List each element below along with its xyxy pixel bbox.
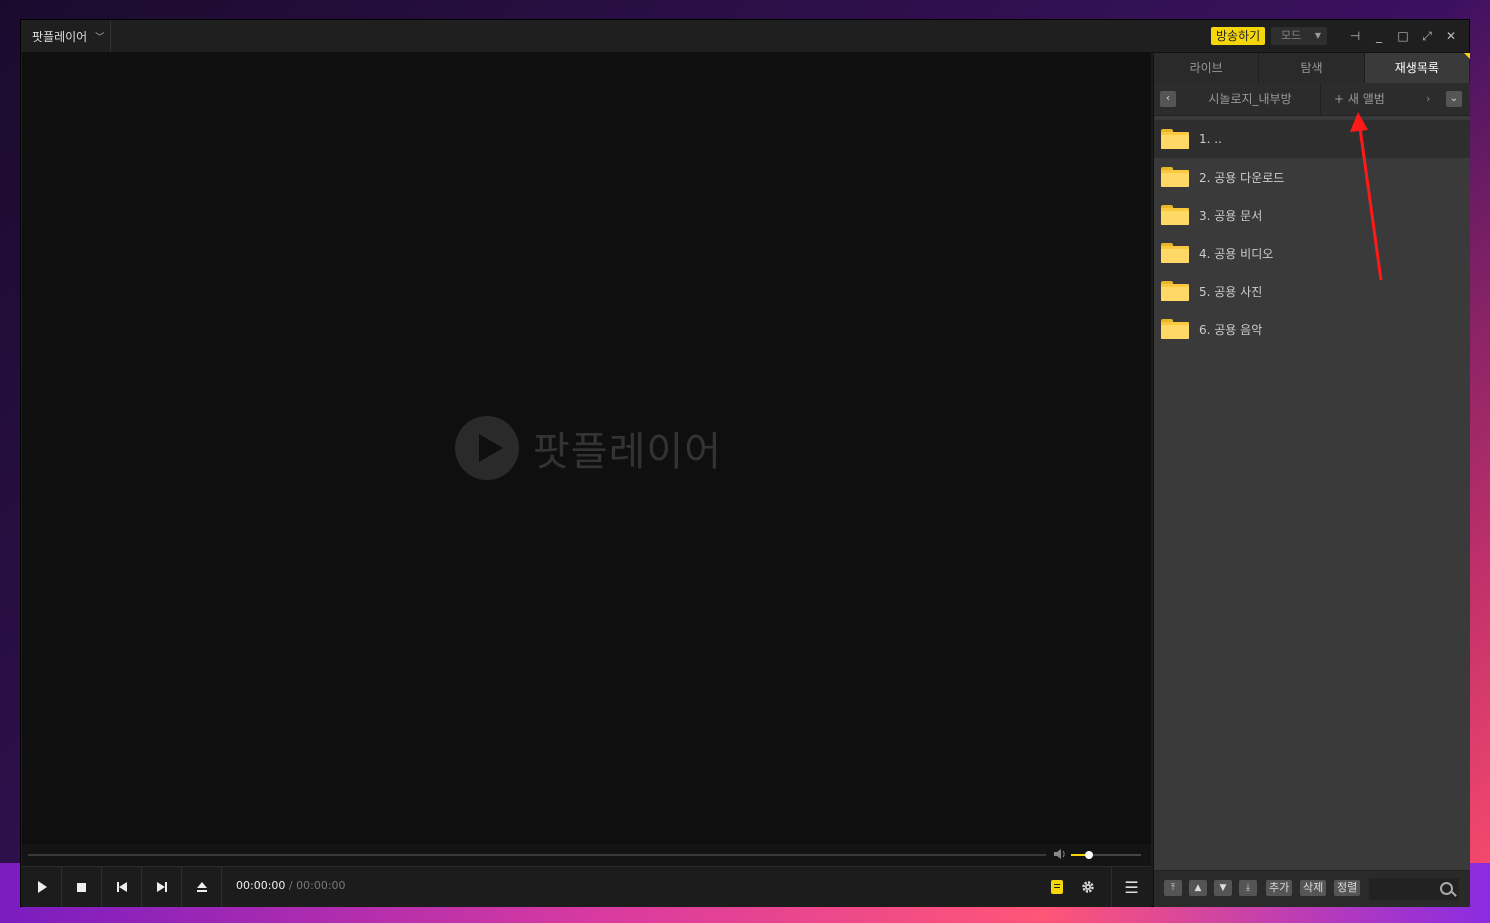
fullscreen-button[interactable]: ⤢ (1419, 28, 1435, 44)
previous-icon (116, 882, 127, 892)
control-bar: 00:00:00 / 00:00:00 ☰ (22, 866, 1151, 907)
list-item[interactable]: 2. 공용 다운로드 (1154, 158, 1470, 196)
list-item-label: 6. 공용 음악 (1199, 322, 1263, 337)
search-icon[interactable] (1440, 882, 1453, 895)
move-top-button[interactable]: ⤒ (1164, 880, 1182, 896)
list-item[interactable]: 1. .. (1154, 120, 1470, 158)
subtitle-button[interactable] (1047, 877, 1067, 897)
search-input[interactable] (1369, 878, 1459, 900)
list-item-label: 5. 공용 사진 (1199, 284, 1263, 299)
add-button[interactable]: 추가 (1266, 880, 1293, 896)
pin-icon[interactable]: ⊣ (1347, 28, 1363, 44)
prev-album-button[interactable]: ‹ (1160, 91, 1176, 107)
list-item[interactable]: 5. 공용 사진 (1154, 272, 1470, 310)
list-item-label: 4. 공용 비디오 (1199, 246, 1274, 261)
current-time: 00:00:00 (236, 879, 286, 892)
list-item[interactable]: 3. 공용 문서 (1154, 196, 1470, 234)
broadcast-button[interactable]: 방송하기 (1211, 27, 1266, 45)
close-button[interactable]: ✕ (1443, 28, 1459, 44)
move-down-button[interactable]: ▼ (1214, 880, 1232, 896)
subtitle-icon (1051, 880, 1063, 894)
settings-gear-icon (1082, 881, 1094, 893)
title-bar: 팟플레이어 ﹀ 방송하기 모드 ▼ ⊣ _ □ ⤢ ✕ (21, 20, 1469, 53)
play-button[interactable] (22, 867, 62, 907)
move-up-button[interactable]: ▲ (1189, 880, 1207, 896)
volume-icon[interactable] (1053, 848, 1067, 862)
logo-text: 팟플레이어 (533, 429, 722, 475)
album-tab-current[interactable]: 시놀로지_내부방 (1180, 83, 1321, 115)
playlist-panel: 라이브 탐색 재생목록 ‹ 시놀로지_내부방 + 새 앨범 › ⌄ 1. .. … (1153, 53, 1470, 907)
volume-slider[interactable] (1071, 851, 1141, 859)
album-dropdown-button[interactable]: ⌄ (1446, 91, 1462, 107)
play-logo-icon (455, 416, 519, 480)
next-button[interactable] (142, 867, 182, 907)
total-time: 00:00:00 (296, 879, 346, 892)
potplayer-window: 팟플레이어 ﹀ 방송하기 모드 ▼ ⊣ _ □ ⤢ ✕ 팟플레이어 00:00:… (20, 19, 1470, 907)
stop-button[interactable] (62, 867, 102, 907)
app-title: 팟플레이어 (32, 29, 88, 44)
list-item[interactable]: 6. 공용 음악 (1154, 310, 1470, 348)
delete-button[interactable]: 삭제 (1300, 880, 1327, 896)
list-item[interactable]: 4. 공용 비디오 (1154, 234, 1470, 272)
eject-icon (196, 882, 207, 892)
play-icon (37, 881, 47, 893)
move-bottom-button[interactable]: ⤓ (1239, 880, 1257, 896)
mode-label: 모드 (1281, 29, 1302, 42)
folder-icon (1161, 129, 1189, 149)
album-bar: ‹ 시놀로지_내부방 + 새 앨범 › ⌄ (1154, 83, 1470, 116)
time-separator: / (288, 879, 293, 892)
corner-indicator (1464, 53, 1470, 59)
panel-tabs: 라이브 탐색 재생목록 (1154, 53, 1470, 83)
folder-icon (1161, 243, 1189, 263)
mode-dropdown[interactable]: 모드 ▼ (1271, 27, 1327, 45)
playlist-list: 1. .. 2. 공용 다운로드 3. 공용 문서 4. 공용 비디오 5. 공… (1154, 120, 1470, 348)
maximize-button[interactable]: □ (1395, 28, 1411, 44)
app-menu-button[interactable]: 팟플레이어 ﹀ (21, 20, 111, 52)
folder-icon (1161, 281, 1189, 301)
menu-button[interactable]: ☰ (1111, 867, 1151, 907)
stop-icon (77, 882, 86, 892)
settings-button[interactable] (1078, 877, 1098, 897)
volume-knob[interactable] (1084, 851, 1093, 859)
playlist-toolbar: ⤒ ▲ ▼ ⤓ 추가 삭제 정렬 (1154, 870, 1470, 907)
next-album-icon[interactable]: › (1426, 83, 1430, 115)
tab-live[interactable]: 라이브 (1154, 53, 1260, 83)
seek-row (22, 844, 1151, 866)
video-area[interactable]: 팟플레이어 (22, 53, 1151, 844)
time-display: 00:00:00 / 00:00:00 (236, 879, 346, 892)
list-item-label: 3. 공용 문서 (1199, 208, 1263, 223)
sort-button[interactable]: 정렬 (1334, 880, 1361, 896)
list-item-label: 2. 공용 다운로드 (1199, 170, 1285, 185)
chevron-down-icon: ﹀ (95, 32, 105, 43)
list-item-label: 1. .. (1199, 132, 1222, 146)
minimize-button[interactable]: _ (1371, 28, 1387, 44)
folder-icon (1161, 167, 1189, 187)
next-icon (156, 882, 167, 892)
tab-playlist[interactable]: 재생목록 (1364, 53, 1470, 83)
seek-bar[interactable] (28, 854, 1046, 856)
folder-icon (1161, 319, 1189, 339)
previous-button[interactable] (102, 867, 142, 907)
tab-explore[interactable]: 탐색 (1259, 53, 1365, 83)
eject-button[interactable] (182, 867, 222, 907)
caret-down-icon: ▼ (1314, 31, 1321, 40)
new-album-button[interactable]: + 새 앨범 (1334, 83, 1385, 115)
folder-icon (1161, 205, 1189, 225)
menu-icon: ☰ (1124, 877, 1139, 897)
potplayer-logo: 팟플레이어 (455, 416, 722, 480)
